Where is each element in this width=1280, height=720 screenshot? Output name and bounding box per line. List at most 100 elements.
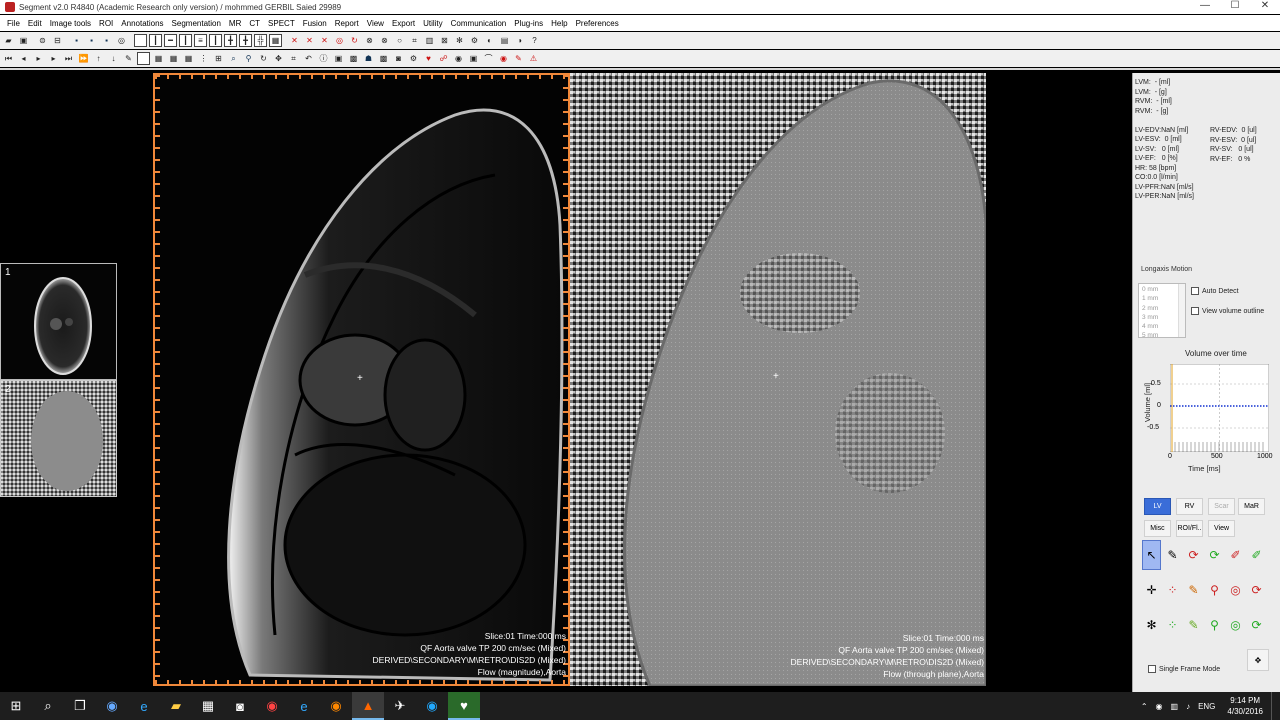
minimize-button[interactable]: —	[1190, 0, 1220, 14]
maximize-button[interactable]: ☐	[1220, 0, 1250, 14]
menu-fusion[interactable]: Fusion	[299, 19, 331, 28]
grid-small-icon[interactable]: ▦	[167, 52, 180, 65]
camera-app-icon[interactable]: ◙	[224, 692, 256, 720]
patient-icon[interactable]: ☗	[362, 52, 375, 65]
clear-phase-icon[interactable]: ✕	[318, 34, 331, 47]
browser-icon[interactable]: ◉	[96, 692, 128, 720]
zoom-in-icon[interactable]: ⌕	[227, 52, 240, 65]
draw-icon[interactable]: ✎	[512, 52, 525, 65]
computer-icon[interactable]: ▪	[70, 34, 83, 47]
task-view-icon[interactable]: ❐	[64, 692, 96, 720]
segment-taskbar-icon[interactable]: ♥	[448, 692, 480, 720]
tab-view[interactable]: View	[1208, 520, 1235, 537]
tab-scar[interactable]: Scar	[1208, 498, 1235, 515]
palette-icon[interactable]: ◐	[483, 34, 496, 47]
menu-mr[interactable]: MR	[225, 19, 245, 28]
flow-icon[interactable]: ☍	[437, 52, 450, 65]
list-item[interactable]: 3 mm	[1142, 313, 1182, 322]
network-icon[interactable]: ▪	[85, 34, 98, 47]
propagate-slice-icon[interactable]: ⊗	[378, 34, 391, 47]
menu-edit[interactable]: Edit	[24, 19, 46, 28]
rotate-icon[interactable]: ↻	[257, 52, 270, 65]
annotate-icon[interactable]: ✎	[122, 52, 135, 65]
fast-forward-icon[interactable]: ⏩	[77, 52, 90, 65]
file-explorer-icon[interactable]: ▰	[160, 692, 192, 720]
layout-1x4-icon[interactable]: ┃	[209, 34, 222, 47]
snake-tool-icon[interactable]: ✻	[1142, 610, 1161, 640]
epi-balloon-tool-icon[interactable]: ⚲	[1205, 610, 1224, 640]
plot-icon[interactable]: ⌒	[482, 52, 495, 65]
endo-target-tool-icon[interactable]: ◎	[1226, 575, 1245, 605]
undo-icon[interactable]: ↶	[302, 52, 315, 65]
settings-icon[interactable]: ⚙	[468, 34, 481, 47]
endo-contour-tool-icon[interactable]: ⟳	[1184, 540, 1203, 570]
open-folder-icon[interactable]: ▰	[2, 34, 15, 47]
tab-lv[interactable]: LV	[1144, 498, 1171, 515]
volume-icon[interactable]: ◉	[452, 52, 465, 65]
target-icon[interactable]: ◎	[115, 34, 128, 47]
menu-export[interactable]: Export	[388, 19, 419, 28]
clock[interactable]: 9:14 PM 4/30/2016	[1219, 695, 1271, 717]
endo-interp-tool-icon[interactable]: ✎	[1184, 575, 1203, 605]
next-frame-icon[interactable]: ▸	[47, 52, 60, 65]
matlab-icon[interactable]: ▲	[352, 692, 384, 720]
clear-slice-icon[interactable]: ✕	[303, 34, 316, 47]
list-item[interactable]: 0 mm	[1142, 285, 1182, 294]
layout-2x2-icon[interactable]: ╋	[224, 34, 237, 47]
network-tray-icon[interactable]: ▥	[1167, 702, 1183, 711]
start-icon[interactable]: ⊞	[0, 692, 32, 720]
epi-target-tool-icon[interactable]: ◎	[1226, 610, 1245, 640]
thumbnail-2[interactable]: 2	[0, 380, 117, 497]
navigate-icon[interactable]: ✥	[1247, 649, 1269, 671]
info-icon[interactable]: ⓘ	[317, 52, 330, 65]
pointer-tool-icon[interactable]: ↖	[1142, 540, 1161, 570]
color-wheel-icon[interactable]: ◉	[497, 52, 510, 65]
endo-pen-tool-icon[interactable]: ✎	[1163, 540, 1182, 570]
search-icon[interactable]: ⌕	[32, 692, 64, 720]
last-frame-icon[interactable]: ⏭	[62, 52, 75, 65]
single-frame-mode-checkbox[interactable]: Single Frame Mode	[1148, 665, 1220, 673]
auto-detect-checkbox[interactable]: Auto Detect	[1191, 287, 1239, 295]
endo-brush-tool-icon[interactable]: ✐	[1226, 540, 1245, 570]
epi-brush-tool-icon[interactable]: ✐	[1247, 540, 1266, 570]
measure-icon[interactable]: ▩	[377, 52, 390, 65]
menu-utility[interactable]: Utility	[419, 19, 447, 28]
checkbox-box[interactable]	[1148, 665, 1156, 673]
crop-tool-icon[interactable]: ⌗	[287, 52, 300, 65]
database-icon[interactable]: ⊜	[36, 34, 49, 47]
endo-balloon-tool-icon[interactable]: ⚲	[1205, 575, 1224, 605]
show-desktop-button[interactable]	[1271, 692, 1280, 720]
close-button[interactable]: ✕	[1250, 0, 1280, 14]
epi-interp-tool-icon[interactable]: ✎	[1184, 610, 1203, 640]
histogram-icon[interactable]: ▥	[423, 34, 436, 47]
list-item[interactable]: 1 mm	[1142, 294, 1182, 303]
move-tool-icon[interactable]: ✛	[1142, 575, 1161, 605]
tab-rv[interactable]: RV	[1176, 498, 1203, 515]
layout-2x3-icon[interactable]: ╋	[239, 34, 252, 47]
calculator-icon[interactable]: ▦	[192, 692, 224, 720]
tile-icon[interactable]: ⊞	[212, 52, 225, 65]
layout-3x1-icon[interactable]: ≡	[194, 34, 207, 47]
mask-icon[interactable]: ⊠	[438, 34, 451, 47]
menu-report[interactable]: Report	[331, 19, 363, 28]
select-region-icon[interactable]	[137, 52, 150, 65]
checkbox-box[interactable]	[1191, 307, 1199, 315]
tab-misc[interactable]: Misc	[1144, 520, 1171, 537]
network-app-icon[interactable]: ◉	[416, 692, 448, 720]
chevron-up-icon[interactable]: ⌃	[1137, 702, 1152, 711]
list-item[interactable]: 5 mm	[1142, 331, 1182, 340]
help-icon[interactable]: ?	[528, 34, 541, 47]
menu-spect[interactable]: SPECT	[264, 19, 299, 28]
list-item[interactable]: 4 mm	[1142, 322, 1182, 331]
play-icon[interactable]: ▸	[32, 52, 45, 65]
heart-icon[interactable]: ♥	[422, 52, 435, 65]
cine-icon[interactable]: ▩	[347, 52, 360, 65]
menu-preferences[interactable]: Preferences	[572, 19, 623, 28]
target-roi-icon[interactable]: ◎	[333, 34, 346, 47]
database-view-icon[interactable]: ⊟	[51, 34, 64, 47]
menu-help[interactable]: Help	[547, 19, 571, 28]
menu-communication[interactable]: Communication	[447, 19, 511, 28]
ie-icon[interactable]: e	[288, 692, 320, 720]
longaxis-motion-list[interactable]: 0 mm 1 mm 2 mm 3 mm 4 mm 5 mm	[1138, 283, 1186, 340]
pan-icon[interactable]: ✥	[272, 52, 285, 65]
